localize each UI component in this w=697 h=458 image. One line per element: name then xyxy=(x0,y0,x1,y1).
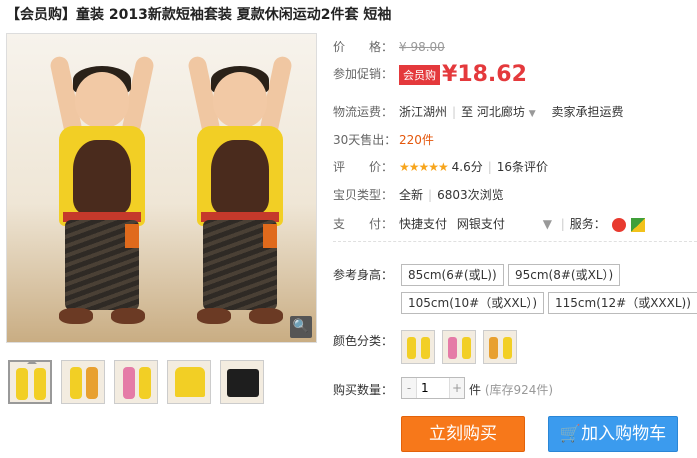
divider xyxy=(333,241,697,242)
photo-child-front xyxy=(37,44,167,334)
promo-badge: 会员购 xyxy=(399,64,440,85)
payment-quick: 快捷支付 xyxy=(399,217,448,231)
magnifier-icon[interactable]: 🔍 xyxy=(290,316,312,338)
promo-row: 参加促销： 会员购 ¥18.62 xyxy=(333,62,527,87)
cart-icon: 🛒 xyxy=(559,424,582,444)
add-to-cart-button[interactable]: 🛒加入购物车 xyxy=(548,416,678,452)
seven-day-return-icon xyxy=(611,217,626,232)
promo-price: 18.62 xyxy=(457,62,527,87)
quantity-increase-button[interactable]: + xyxy=(450,378,464,398)
quantity-label: 购买数量： xyxy=(333,383,394,397)
chevron-down-icon[interactable]: ▼ xyxy=(543,217,552,231)
main-product-image[interactable]: 🔍 xyxy=(6,33,317,343)
rating-score: 4.6分 xyxy=(451,160,483,174)
thumbnail-4[interactable] xyxy=(167,360,211,404)
thumbnail-2[interactable] xyxy=(61,360,105,404)
rating-row: 评 价： ★★★★★ 4.6分 | 16条评价 xyxy=(333,160,549,174)
ship-to-select[interactable]: 河北廊坊 ▼ xyxy=(477,105,536,119)
quantity-stepper: - + xyxy=(401,377,465,399)
currency-symbol: ¥ xyxy=(442,62,458,87)
product-title: 【会员购】童装 2013新款短袖套装 夏款休闲运动2件套 短袖 xyxy=(6,7,392,23)
color-label: 颜色分类： xyxy=(333,334,394,348)
sales-count: 220 xyxy=(399,133,422,147)
payment-bank: 网银支付 xyxy=(456,217,505,231)
size-option-105[interactable]: 105cm(10#（或XXL）) xyxy=(401,292,545,314)
sales-row: 30天售出： 220件 xyxy=(333,133,434,147)
color-option-3[interactable] xyxy=(483,330,517,364)
original-price: ¥ 98.00 xyxy=(399,40,445,54)
view-count: 6803次浏览 xyxy=(437,188,504,202)
color-option-1[interactable] xyxy=(401,330,435,364)
ship-from: 浙江湖州 xyxy=(399,105,448,119)
stock-info: 件 (库存924件) xyxy=(469,383,554,397)
chevron-down-icon: ▼ xyxy=(528,109,536,119)
item-condition: 全新 xyxy=(399,188,424,202)
thumbnail-1[interactable] xyxy=(8,360,52,404)
service-label: 服务： xyxy=(569,217,606,231)
guarantee-icon xyxy=(631,217,646,232)
photo-child-side xyxy=(175,44,305,334)
review-count-link[interactable]: 16条评价 xyxy=(497,160,548,174)
shipping-row: 物流运费： 浙江湖州 | 至 河北廊坊 ▼ 卖家承担运费 xyxy=(333,105,624,119)
thumbnail-strip xyxy=(8,360,264,404)
thumbnail-5[interactable] xyxy=(220,360,264,404)
size-option-85[interactable]: 85cm(6#(或L)) xyxy=(401,264,504,286)
shipping-note: 卖家承担运费 xyxy=(551,105,624,119)
payment-row: 支 付： 快捷支付 网银支付 ▼ | 服务： xyxy=(333,215,646,232)
quantity-decrease-button[interactable]: - xyxy=(402,378,416,398)
buy-now-button[interactable]: 立刻购买 xyxy=(401,416,525,452)
size-option-115[interactable]: 115cm(12#（或XXXL)) xyxy=(548,292,697,314)
quantity-input[interactable] xyxy=(416,378,450,398)
size-option-95[interactable]: 95cm(8#(或XL）) xyxy=(508,264,621,286)
price-row: 价 格： ¥ 98.00 xyxy=(333,40,445,54)
rating-stars: ★★★★★ xyxy=(399,160,449,174)
size-label: 参考身高： xyxy=(333,268,394,282)
thumbnail-3[interactable] xyxy=(114,360,158,404)
type-row: 宝贝类型： 全新 | 6803次浏览 xyxy=(333,188,504,202)
color-option-2[interactable] xyxy=(442,330,476,364)
